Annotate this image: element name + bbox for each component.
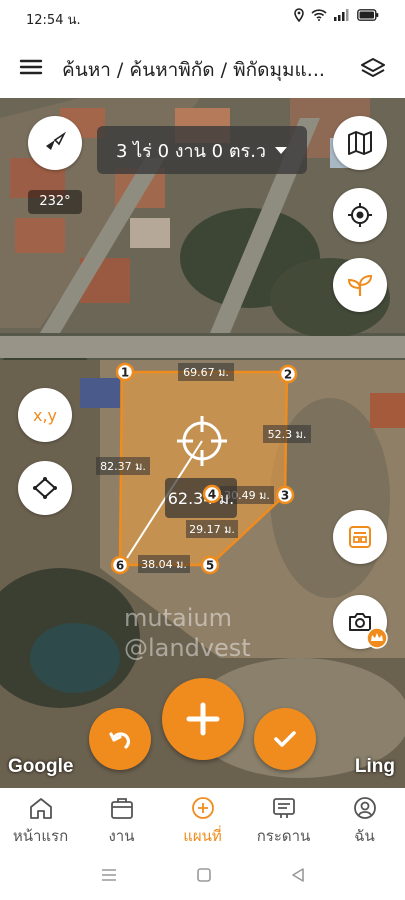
svg-text:38.04 ม.: 38.04 ม. bbox=[141, 558, 187, 571]
area-dropdown[interactable]: 3 ไร่ 0 งาน 0 ตร.ว bbox=[97, 126, 307, 174]
svg-text:29.17 ม.: 29.17 ม. bbox=[189, 523, 235, 536]
board-icon bbox=[272, 798, 295, 818]
heading-label: 232° bbox=[28, 190, 82, 214]
svg-text:62.34 ม.: 62.34 ม. bbox=[168, 489, 235, 508]
add-circle-icon bbox=[191, 797, 214, 819]
back-icon[interactable] bbox=[291, 868, 305, 882]
undo-button[interactable] bbox=[89, 708, 151, 770]
edge-label: 82.37 ม. bbox=[96, 457, 150, 475]
gps-icon bbox=[348, 203, 372, 227]
report-button[interactable] bbox=[333, 510, 387, 564]
svg-text:1: 1 bbox=[121, 366, 129, 380]
nav-item-map[interactable]: แผนที่ bbox=[162, 788, 243, 850]
map-button[interactable] bbox=[333, 116, 387, 170]
status-icons bbox=[293, 8, 379, 22]
watermark-line: @landvest bbox=[124, 634, 251, 662]
radius-label: 62.34 ม. bbox=[165, 478, 237, 518]
layers-icon bbox=[361, 58, 385, 77]
plus-icon bbox=[186, 702, 220, 736]
area-value: 3 ไร่ 0 งาน 0 ตร.ว bbox=[115, 140, 267, 162]
vertex-marker[interactable]: 5 bbox=[200, 555, 220, 575]
layers-button[interactable] bbox=[359, 54, 387, 82]
svg-text:69.67 ม.: 69.67 ม. bbox=[183, 366, 229, 379]
crown-badge-icon bbox=[366, 627, 388, 649]
edge-label: 29.17 ม. bbox=[186, 520, 238, 538]
nav-label: หน้าแรก bbox=[12, 827, 69, 845]
vertex-marker[interactable]: 2 bbox=[278, 364, 298, 384]
wifi-icon bbox=[311, 9, 327, 21]
vertex-marker[interactable]: 6 bbox=[110, 555, 130, 575]
vertex-marker[interactable]: 4 bbox=[202, 484, 222, 504]
vertex-marker[interactable]: 3 bbox=[275, 485, 295, 505]
confirm-button[interactable] bbox=[254, 708, 316, 770]
edge-label: 69.67 ม. bbox=[178, 363, 234, 381]
compass-button[interactable] bbox=[28, 116, 82, 170]
nav-item-home[interactable]: หน้าแรก bbox=[0, 788, 81, 850]
svg-text:52.3 ม.: 52.3 ม. bbox=[268, 428, 307, 441]
watermark: mutaium @landvest bbox=[124, 603, 251, 663]
coordinates-button[interactable]: x,y bbox=[18, 388, 72, 442]
app-header: ค้นหา / ค้นหาพิกัด / พิกัดมุมแ... bbox=[0, 36, 405, 98]
nav-item-board[interactable]: กระดาน bbox=[243, 788, 324, 850]
add-point-button[interactable] bbox=[162, 678, 244, 760]
map-icon bbox=[348, 131, 372, 155]
polygon-icon bbox=[33, 477, 57, 499]
svg-text:82.37 ม.: 82.37 ม. bbox=[100, 460, 146, 473]
page-title: ค้นหา / ค้นหาพิกัด / พิกัดมุมแ... bbox=[62, 59, 325, 81]
user-icon bbox=[353, 797, 376, 819]
status-bar: 12:54 น. bbox=[0, 0, 405, 36]
google-logo: Google bbox=[8, 756, 74, 777]
svg-text:6: 6 bbox=[116, 559, 124, 573]
signal-icon bbox=[334, 9, 349, 21]
undo-icon bbox=[109, 732, 130, 749]
menu-button[interactable] bbox=[18, 54, 44, 80]
svg-text:3: 3 bbox=[281, 489, 289, 503]
svg-text:5: 5 bbox=[206, 559, 214, 573]
nav-label: ฉัน bbox=[354, 827, 375, 845]
system-nav-bar bbox=[0, 850, 405, 900]
document-icon bbox=[349, 526, 371, 548]
vertex-marker[interactable]: 1 bbox=[115, 362, 135, 382]
hamburger-icon bbox=[19, 59, 43, 75]
home-square-icon[interactable] bbox=[196, 868, 211, 882]
watermark-line: mutaium bbox=[124, 604, 232, 632]
svg-text:4: 4 bbox=[208, 488, 216, 502]
bottom-nav: หน้าแรก งาน แผนที่ กระดาน ฉัน bbox=[0, 788, 405, 850]
svg-text:2: 2 bbox=[284, 368, 292, 382]
sprout-icon bbox=[347, 274, 373, 296]
edge-label: 52.3 ม. bbox=[263, 425, 311, 443]
caret-down-icon bbox=[275, 147, 288, 154]
camera-button[interactable] bbox=[333, 595, 388, 649]
map-view[interactable]: 69.67 ม. 52.3 ม. 30.49 ม. 29.17 ม. 38.04… bbox=[0, 98, 405, 788]
home-icon bbox=[29, 798, 52, 819]
shape-button[interactable] bbox=[18, 461, 72, 515]
check-icon bbox=[274, 731, 296, 747]
edge-label: 38.04 ม. bbox=[138, 555, 190, 573]
nav-label: กระดาน bbox=[256, 827, 311, 845]
nav-item-me[interactable]: ฉัน bbox=[324, 788, 405, 850]
briefcase-icon bbox=[110, 798, 133, 819]
nav-item-jobs[interactable]: งาน bbox=[81, 788, 162, 850]
location-icon bbox=[294, 8, 304, 22]
brand-logo: Ling bbox=[354, 756, 395, 777]
nav-label: งาน bbox=[108, 827, 135, 845]
xy-label: x,y bbox=[32, 405, 58, 425]
status-time: 12:54 น. bbox=[26, 13, 81, 28]
battery-icon bbox=[357, 9, 379, 21]
compass-icon bbox=[46, 131, 67, 150]
plant-button[interactable] bbox=[333, 258, 387, 312]
recent-apps-icon[interactable] bbox=[101, 868, 117, 882]
locate-button[interactable] bbox=[333, 188, 387, 242]
nav-label: แผนที่ bbox=[183, 827, 222, 845]
